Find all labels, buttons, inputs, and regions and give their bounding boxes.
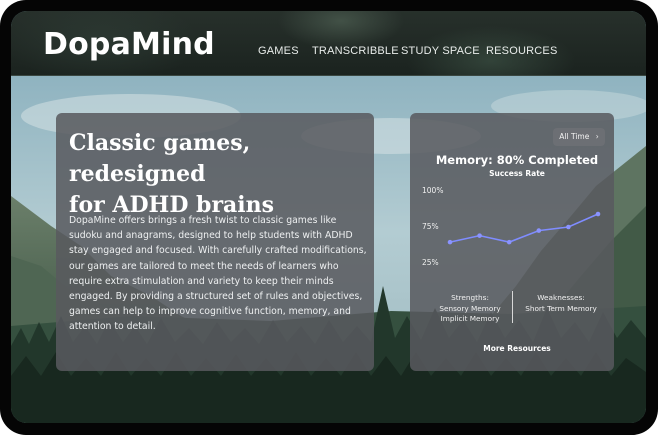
chevron-right-icon: › [595,132,599,141]
data-point [447,239,453,245]
nav-games[interactable]: GAMES [258,45,299,57]
screen: DopaMind GAMES TRANSCRIBBLE STUDY SPACE … [11,11,646,423]
more-resources-link[interactable]: More Resources [410,344,624,353]
nav-transcribble[interactable]: TRANSCRIBBLE [312,45,399,57]
nav-study-space[interactable]: STUDY SPACE [401,45,480,57]
nav-resources[interactable]: RESOURCES [486,45,557,57]
stats-divider [512,291,513,323]
logo[interactable]: DopaMind [43,27,215,62]
success-rate-line [449,213,599,243]
strengths-block: Strengths: Sensory Memory Implicit Memor… [430,293,510,325]
intro-card: Classic games, redesigned for ADHD brain… [56,113,374,371]
site-header: DopaMind GAMES TRANSCRIBBLE STUDY SPACE … [11,11,646,76]
strengths-label: Strengths: [451,293,489,302]
headline-line-1: Classic games, redesigned [69,130,251,187]
chart-subtitle: Success Rate [489,169,545,178]
data-point [566,224,571,230]
data-point [477,233,482,238]
intro-headline: Classic games, redesigned for ADHD brain… [69,128,369,221]
time-filter-button[interactable]: All Time › [553,128,605,146]
data-point [506,239,512,245]
chart-title: Memory: 80% Completed [435,153,599,167]
time-filter-label: All Time [559,132,590,141]
progress-card: All Time › Memory: 80% Completed Success… [410,113,614,371]
weaknesses-label: Weaknesses: [537,293,585,302]
device-frame: DopaMind GAMES TRANSCRIBBLE STUDY SPACE … [0,0,658,435]
weakness-item: Short Term Memory [525,303,597,313]
data-point [536,228,542,233]
y-tick-label: 75% [422,222,439,231]
y-tick-label: 25% [422,258,439,267]
weaknesses-block: Weaknesses: Short Term Memory [514,293,608,314]
intro-body: DopaMine offers brings a fresh twist to … [69,215,367,333]
data-point [595,211,601,217]
strength-item: Implicit Memory [440,314,500,323]
success-rate-chart: 100% 75% 25% [422,186,601,267]
y-tick-label: 100% [422,186,443,195]
strength-item: Sensory Memory [439,303,501,313]
